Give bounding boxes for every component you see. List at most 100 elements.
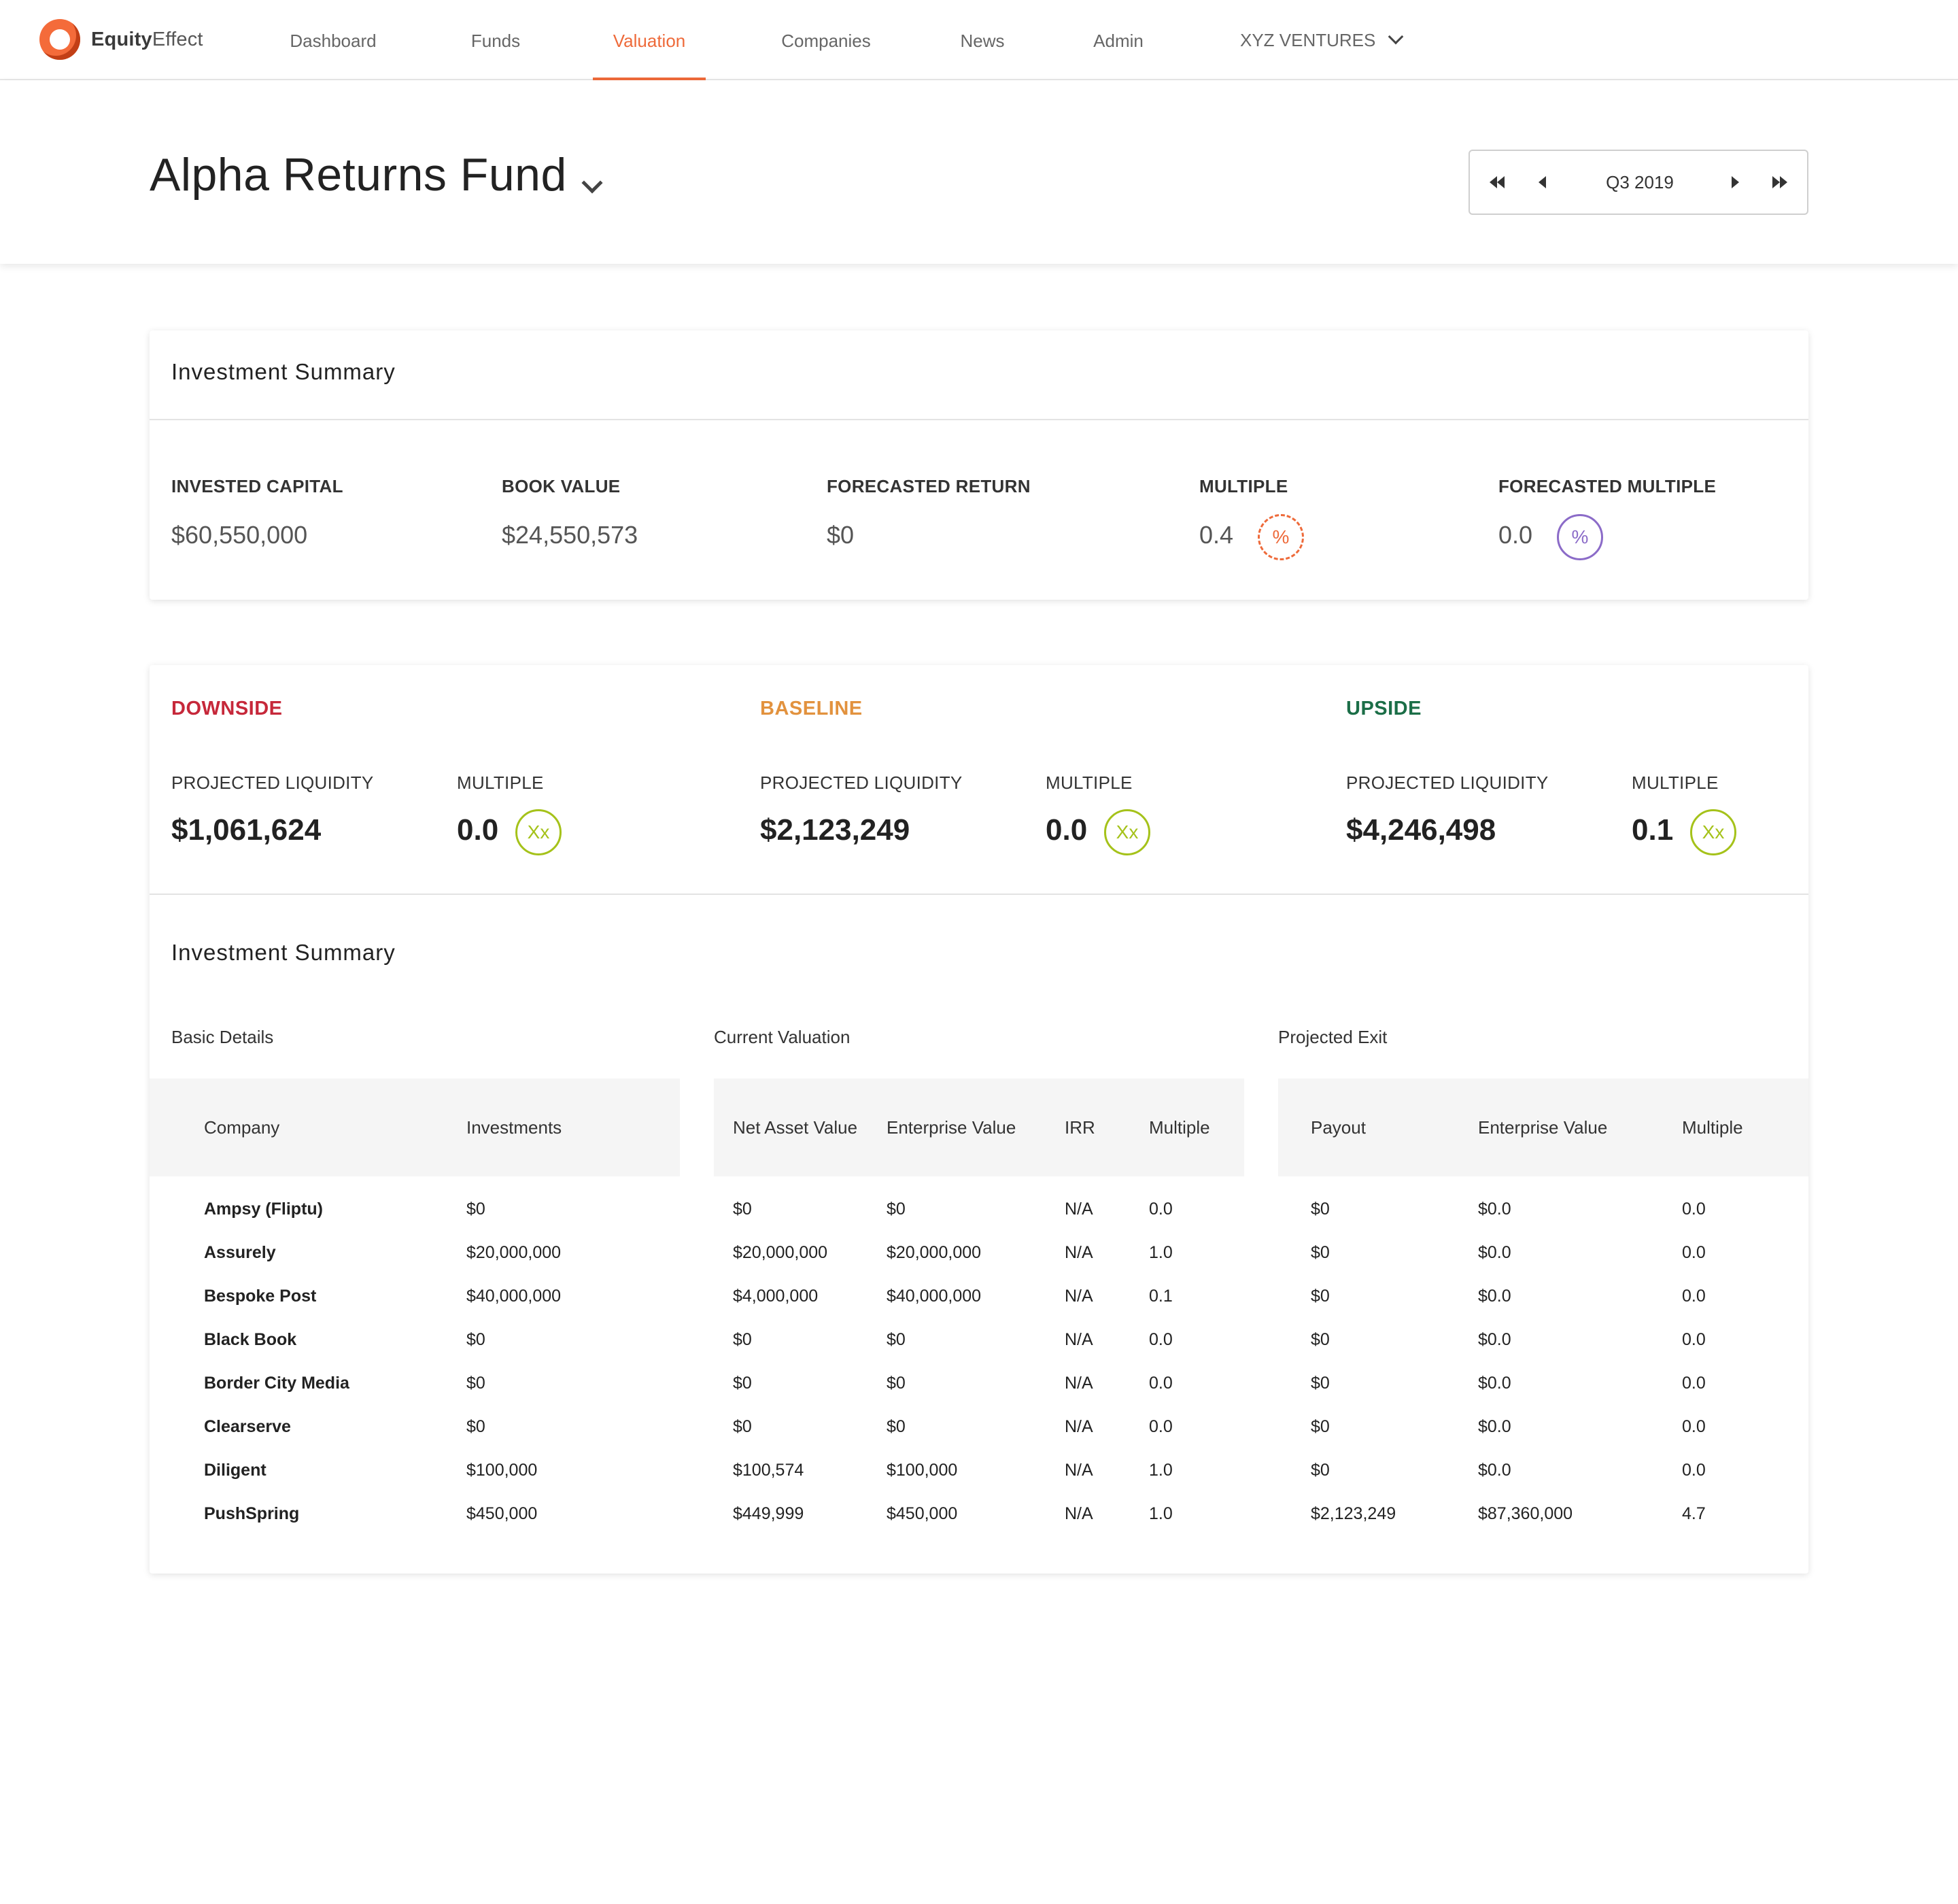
multiple-xx-icon[interactable]: Xx	[1690, 809, 1736, 855]
col-exit-multiple[interactable]: Multiple	[1682, 1078, 1743, 1176]
baseline-liquidity-value: $2,123,249	[760, 813, 910, 847]
cell-multiple: 1.0	[1149, 1243, 1173, 1262]
cell-enterprise-value: $450,000	[887, 1504, 958, 1523]
cell-investments: $0	[466, 1374, 485, 1393]
cell-irr: N/A	[1065, 1200, 1093, 1219]
brand-name: EquityEffect	[91, 28, 203, 50]
cell-multiple: 0.0	[1149, 1417, 1173, 1436]
cell-company[interactable]: PushSpring	[204, 1504, 299, 1524]
last-period-button[interactable]	[1759, 151, 1800, 214]
divider	[150, 419, 1808, 420]
invested-capital-label: INVESTED CAPITAL	[171, 476, 343, 496]
baseline-title: BASELINE	[760, 698, 863, 719]
double-chevron-left-icon	[1490, 176, 1505, 188]
upside-multiple-label: MULTIPLE	[1632, 772, 1719, 793]
cell-exit-enterprise-value: $0.0	[1478, 1287, 1511, 1306]
percent-icon[interactable]: %	[1258, 514, 1304, 560]
next-period-button[interactable]	[1715, 151, 1755, 214]
forecasted-multiple-value: 0.0	[1498, 521, 1533, 549]
table-title: Investment Summary	[171, 940, 396, 965]
period-selector: Q3 2019	[1468, 150, 1808, 215]
multiple-label: MULTIPLE	[1199, 476, 1288, 496]
cell-exit-enterprise-value: $0.0	[1478, 1200, 1511, 1219]
upside-multiple-value: 0.1	[1632, 813, 1674, 847]
cell-payout: $0	[1311, 1330, 1330, 1349]
cell-net-asset-value: $0	[733, 1200, 752, 1219]
multiple-value: 0.4	[1199, 521, 1234, 549]
percent-icon[interactable]: %	[1557, 514, 1603, 560]
cell-company[interactable]: Black Book	[204, 1330, 296, 1350]
cell-enterprise-value: $0	[887, 1330, 906, 1349]
cell-company[interactable]: Assurely	[204, 1243, 276, 1263]
cell-investments: $100,000	[466, 1461, 538, 1480]
cell-irr: N/A	[1065, 1330, 1093, 1349]
col-investments[interactable]: Investments	[466, 1078, 562, 1176]
org-switcher[interactable]: XYZ VENTURES	[1240, 0, 1404, 80]
org-name: XYZ VENTURES	[1240, 30, 1376, 50]
cell-exit-enterprise-value: $0.0	[1478, 1461, 1511, 1480]
group-current-valuation: Current Valuation	[714, 1027, 851, 1047]
cell-exit-multiple: 0.0	[1682, 1374, 1706, 1393]
cell-multiple: 0.0	[1149, 1374, 1173, 1393]
cell-payout: $2,123,249	[1311, 1504, 1396, 1523]
cell-company[interactable]: Border City Media	[204, 1374, 349, 1393]
card-title: Investment Summary	[171, 359, 396, 384]
col-enterprise-value[interactable]: Enterprise Value	[887, 1078, 1016, 1176]
cell-exit-enterprise-value: $0.0	[1478, 1374, 1511, 1393]
cell-exit-multiple: 0.0	[1682, 1287, 1706, 1306]
investment-summary-card: Investment Summary INVESTED CAPITAL $60,…	[150, 330, 1808, 600]
col-irr[interactable]: IRR	[1065, 1078, 1095, 1176]
cell-investments: $20,000,000	[466, 1243, 562, 1262]
downside-liquidity-label: PROJECTED LIQUIDITY	[171, 772, 374, 793]
forecasted-return-label: FORECASTED RETURN	[827, 476, 1031, 496]
cell-investments: $450,000	[466, 1504, 538, 1523]
nav-news[interactable]: News	[945, 0, 1020, 80]
multiple-xx-icon[interactable]: Xx	[515, 809, 562, 855]
col-multiple[interactable]: Multiple	[1149, 1078, 1210, 1176]
downside-title: DOWNSIDE	[171, 698, 283, 719]
cell-irr: N/A	[1065, 1417, 1093, 1436]
fund-title: Alpha Returns Fund	[150, 149, 567, 201]
divider	[150, 894, 1808, 895]
cell-multiple: 0.1	[1149, 1287, 1173, 1306]
cell-exit-enterprise-value: $87,360,000	[1478, 1504, 1573, 1523]
cell-exit-multiple: 0.0	[1682, 1200, 1706, 1219]
col-payout[interactable]: Payout	[1311, 1078, 1366, 1176]
cell-payout: $0	[1311, 1461, 1330, 1480]
cell-exit-multiple: 0.0	[1682, 1330, 1706, 1349]
cell-net-asset-value: $0	[733, 1417, 752, 1436]
nav-admin[interactable]: Admin	[1081, 0, 1156, 80]
col-net-asset-value[interactable]: Net Asset Value	[733, 1078, 857, 1176]
cell-multiple: 0.0	[1149, 1330, 1173, 1349]
cell-payout: $0	[1311, 1417, 1330, 1436]
cell-enterprise-value: $0	[887, 1374, 906, 1393]
cell-payout: $0	[1311, 1243, 1330, 1262]
downside-liquidity-value: $1,061,624	[171, 813, 322, 847]
nav-funds[interactable]: Funds	[451, 0, 540, 80]
prev-period-button[interactable]	[1522, 151, 1562, 214]
cell-multiple: 1.0	[1149, 1461, 1173, 1480]
upside-liquidity-value: $4,246,498	[1346, 813, 1496, 847]
double-chevron-right-icon	[1772, 176, 1787, 188]
first-period-button[interactable]	[1477, 151, 1517, 214]
cell-company[interactable]: Bespoke Post	[204, 1287, 316, 1306]
cell-exit-enterprise-value: $0.0	[1478, 1417, 1511, 1436]
nav-dashboard[interactable]: Dashboard	[272, 0, 394, 80]
col-company[interactable]: Company	[204, 1078, 279, 1176]
cell-company[interactable]: Ampsy (Fliptu)	[204, 1200, 323, 1219]
nav-companies[interactable]: Companies	[768, 0, 884, 80]
cell-company[interactable]: Clearserve	[204, 1417, 291, 1437]
nav-valuation[interactable]: Valuation	[593, 0, 706, 82]
cell-investments: $0	[466, 1330, 485, 1349]
baseline-multiple-value: 0.0	[1046, 813, 1088, 847]
page-header: Alpha Returns Fund Q3 2019	[0, 80, 1958, 264]
cell-exit-multiple: 0.0	[1682, 1461, 1706, 1480]
upside-title: UPSIDE	[1346, 698, 1422, 719]
chevron-down-icon	[1388, 29, 1404, 45]
fund-selector-chevron-icon[interactable]	[581, 172, 603, 194]
multiple-xx-icon[interactable]: Xx	[1104, 809, 1150, 855]
col-exit-enterprise-value[interactable]: Enterprise Value	[1478, 1078, 1607, 1176]
brand-logo[interactable]: EquityEffect	[39, 18, 203, 61]
downside-multiple-label: MULTIPLE	[457, 772, 544, 793]
cell-company[interactable]: Diligent	[204, 1461, 267, 1480]
